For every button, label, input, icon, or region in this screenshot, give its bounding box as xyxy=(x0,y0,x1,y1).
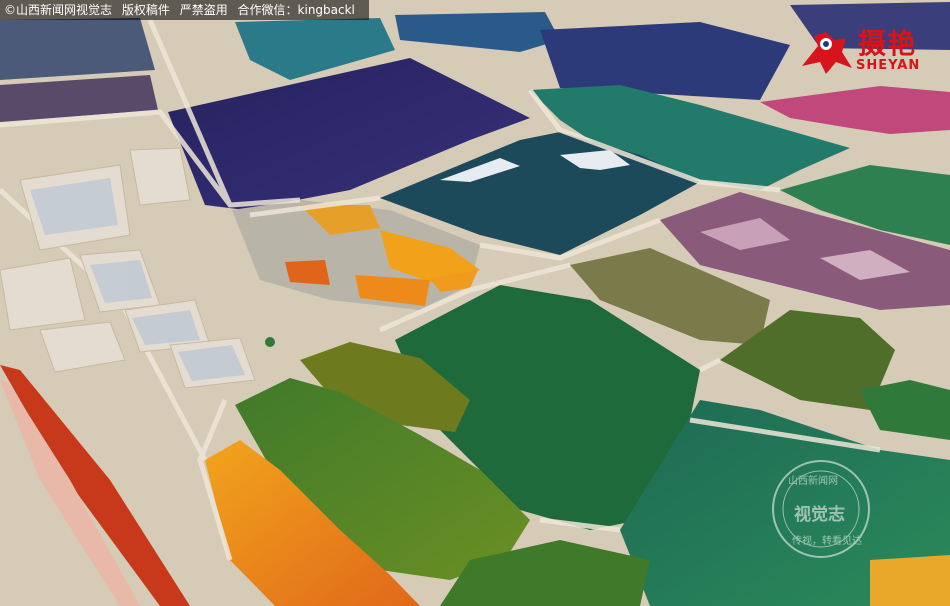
copyright-text: ©山西新闻网视觉志 xyxy=(4,3,113,17)
rights-text: 版权稿件 xyxy=(121,3,170,17)
logo-english-text: SHEYAN xyxy=(856,58,921,73)
copyright-caption-bar: ©山西新闻网视觉志 版权稿件 严禁盗用 合作微信：kingbackl xyxy=(0,0,369,20)
camera-mascot-icon xyxy=(802,32,852,74)
salt-lake-photo: ©山西新闻网视觉志 版权稿件 严禁盗用 合作微信：kingbackl 摄艳 SH… xyxy=(0,0,950,606)
watermark-bottom-text: 传视，转看见达 xyxy=(792,536,862,547)
watermark-top-text: 山西新闻网 xyxy=(788,476,838,487)
watermark-center-text: 视觉志 xyxy=(794,505,845,525)
sheyan-logo: 摄艳 SHEYAN xyxy=(796,22,922,78)
logo-chinese-text: 摄艳 xyxy=(858,27,917,60)
warning-text: 严禁盗用 xyxy=(179,3,228,17)
visual-watermark: 山西新闻网 视觉志 传视，转看见达 xyxy=(770,458,872,560)
contact-text: 合作微信：kingbackl xyxy=(237,3,355,17)
